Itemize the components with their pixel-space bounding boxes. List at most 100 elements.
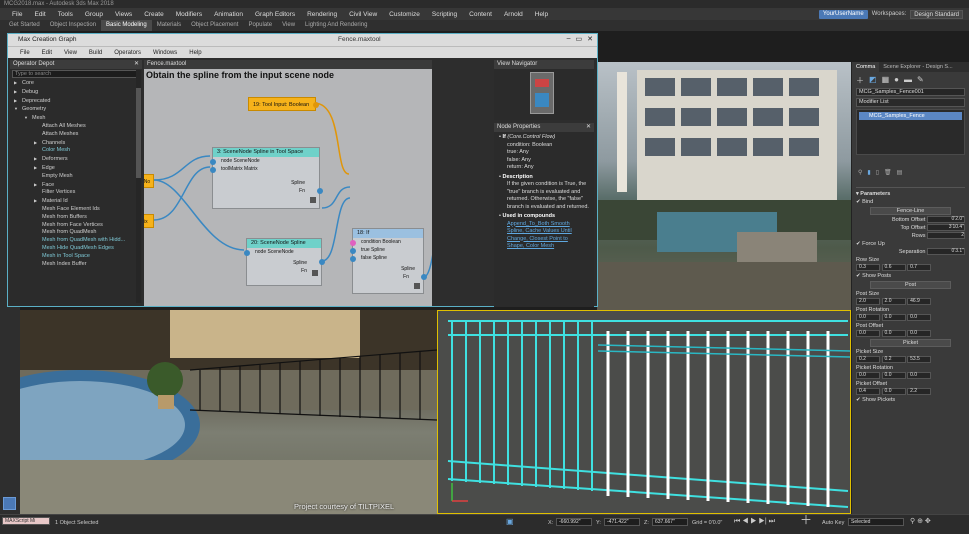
input-port-false[interactable] [350,256,356,262]
y-coordinate-field[interactable]: -471.422" [604,518,640,526]
np-compound-link[interactable]: Append_To_Both Smooth [507,221,589,229]
z-coordinate-field[interactable]: 637.667" [652,518,688,526]
playback-controls[interactable]: ⏮ ◀ ▶ ▶| ⏭ [734,518,775,526]
graph-canvas[interactable]: Fence.maxtool Obtain the spline from the… [144,60,432,306]
ribbon-tab-basic-modeling[interactable]: Basic Modeling [101,20,152,31]
maximize-icon[interactable]: ▭ [576,35,583,43]
operator-tree-item[interactable]: ▶ Edge [10,164,142,173]
viewport-layout-icon[interactable] [3,497,16,510]
viewport-wireframe-fence[interactable] [437,310,851,514]
auto-key-button[interactable]: Auto Key [822,519,844,527]
menu-animation[interactable]: Animation [208,11,249,18]
menu-modifiers[interactable]: Modifiers [170,11,208,18]
operator-tree-item[interactable]: Mesh Hide QuadMesh Edges [10,245,142,253]
selected-set-dropdown[interactable]: Selected [848,518,904,526]
operator-tree-item[interactable]: ▶ Face [10,181,142,190]
menu-customize[interactable]: Customize [383,11,426,18]
menu-content[interactable]: Content [463,11,498,18]
operator-scrollbar-thumb[interactable] [136,88,141,178]
mcg-menu-edit[interactable]: Edit [36,50,58,56]
menu-edit[interactable]: Edit [28,11,51,18]
menu-file[interactable]: File [6,11,28,18]
graph-node-stub-1[interactable]: eNo [144,174,154,188]
graph-node-stub-2[interactable]: trix [144,214,154,228]
ribbon-tab-populate[interactable]: Populate [243,20,277,31]
operator-tree-item[interactable]: ▼ Geometry [10,105,142,114]
operator-tree-item[interactable]: Mesh from Buffers [10,214,142,222]
bind-checkbox[interactable]: ✔ Bind [856,198,965,206]
bottom-offset-spinner[interactable]: 0'2.0" [927,216,965,224]
collapsed-arrow-icon[interactable]: ▶ [34,155,42,163]
close-panel-icon[interactable]: ✕ [134,60,139,69]
menu-help[interactable]: Help [529,11,554,18]
mcg-menu-operators[interactable]: Operators [108,50,147,56]
input-port-node[interactable] [210,159,216,165]
show-posts-checkbox[interactable]: ✔ Show Posts [856,272,965,280]
menu-civil-view[interactable]: Civil View [343,11,383,18]
operator-tree-item[interactable]: Empty Mesh [10,173,142,181]
operator-tree-item[interactable]: ▶ Deformers [10,155,142,164]
configure-sets-icon[interactable]: ▤ [897,169,903,179]
rows-spinner[interactable]: 2 [927,232,965,240]
collapsed-arrow-icon[interactable]: ▶ [14,88,22,96]
collapsed-arrow-icon[interactable]: ▶ [14,79,22,87]
input-port-true[interactable] [350,248,356,254]
output-port-spline[interactable] [317,188,323,194]
minimize-icon[interactable]: – [567,35,571,43]
ribbon-tab-view[interactable]: View [277,20,300,31]
tab-command-panel[interactable]: Comma [852,62,880,72]
workspace-dropdown[interactable]: Design Standard [910,9,963,19]
add-time-tag-icon[interactable]: ＋ [800,514,812,526]
modify-icon[interactable]: ◩ [869,75,877,84]
operator-tree-item[interactable]: Mesh from Face Vertices [10,222,142,230]
object-name-field[interactable]: MCG_Samples_Fence001 [856,88,965,96]
modifier-list-dropdown[interactable]: Modifier List [856,98,965,107]
menu-graph-editors[interactable]: Graph Editors [249,11,301,18]
graph-node-if[interactable]: 18: If condition Boolean true Spline fal… [350,228,427,294]
display-icon[interactable]: ▬ [904,75,912,84]
ribbon-tab-get-started[interactable]: Get Started [4,20,45,31]
remove-modifier-icon[interactable]: 🗑 [884,169,892,179]
operator-tree-item[interactable]: ▶ Channels [10,139,142,148]
collapsed-arrow-icon[interactable]: ▶ [14,97,22,105]
menu-rendering[interactable]: Rendering [301,11,343,18]
ribbon-tab-lighting-and-rendering[interactable]: Lighting And Rendering [300,20,372,31]
expanded-arrow-icon[interactable]: ▼ [24,114,32,122]
input-port-node[interactable] [244,250,250,256]
collapsed-arrow-icon[interactable]: ▶ [34,181,42,189]
np-compound-link[interactable]: Spline, Cache Values Until [507,228,589,236]
input-port-condition[interactable] [350,240,356,246]
operator-tree-item[interactable]: ▶ Debug [10,88,142,97]
hierarchy-icon[interactable]: ▦ [882,75,890,84]
mcg-menu-help[interactable]: Help [183,50,207,56]
top-offset-spinner[interactable]: 3'10.4" [927,224,965,232]
menu-views[interactable]: Views [109,11,138,18]
picket-button[interactable]: Picket [870,339,951,347]
lock-selection-icon[interactable]: ▣ [506,518,514,526]
viewport-nav-icons[interactable]: ⚲ ⊕ ✥ [910,518,931,526]
tab-scene-explorer[interactable]: Scene Explorer - Design S... [879,62,956,72]
operator-tree-item[interactable]: Mesh Face Element Ids [10,206,142,214]
close-icon[interactable]: ✕ [587,35,593,43]
operator-tree-item[interactable]: ▶ Material Id [10,197,142,206]
viewport-perspective-bottom-left[interactable] [20,310,437,514]
user-account-button[interactable]: YourUserName [818,9,868,19]
mcg-menu-file[interactable]: File [14,50,36,56]
input-port-matrix[interactable] [210,167,216,173]
np-compound-link[interactable]: Change, Closest Point to [507,236,589,244]
show-pickets-checkbox[interactable]: ✔ Show Pickets [856,396,965,404]
mcg-menu-windows[interactable]: Windows [147,50,183,56]
utilities-icon[interactable]: ✎ [917,75,924,84]
maxscript-listener[interactable]: MAXScript Mi [2,517,50,525]
pin-stack-icon[interactable]: ⚲ [858,169,862,179]
collapsed-arrow-icon[interactable]: ▶ [34,139,42,147]
graph-node-scenenode-spline[interactable]: 20: SceneNode Spline node SceneNode Spli… [244,238,325,286]
operator-tree-item[interactable]: Color Mesh [10,147,142,155]
menu-group[interactable]: Group [79,11,109,18]
np-compound-link[interactable]: Shape, Color Mesh [507,243,589,251]
x-coordinate-field[interactable]: -660.992" [556,518,592,526]
menu-scripting[interactable]: Scripting [426,11,463,18]
mcg-menu-view[interactable]: View [58,50,83,56]
viewport-perspective-top[interactable] [597,62,851,310]
operator-tree-item[interactable]: Mesh from QuadMesh with Hidd... [10,237,142,245]
